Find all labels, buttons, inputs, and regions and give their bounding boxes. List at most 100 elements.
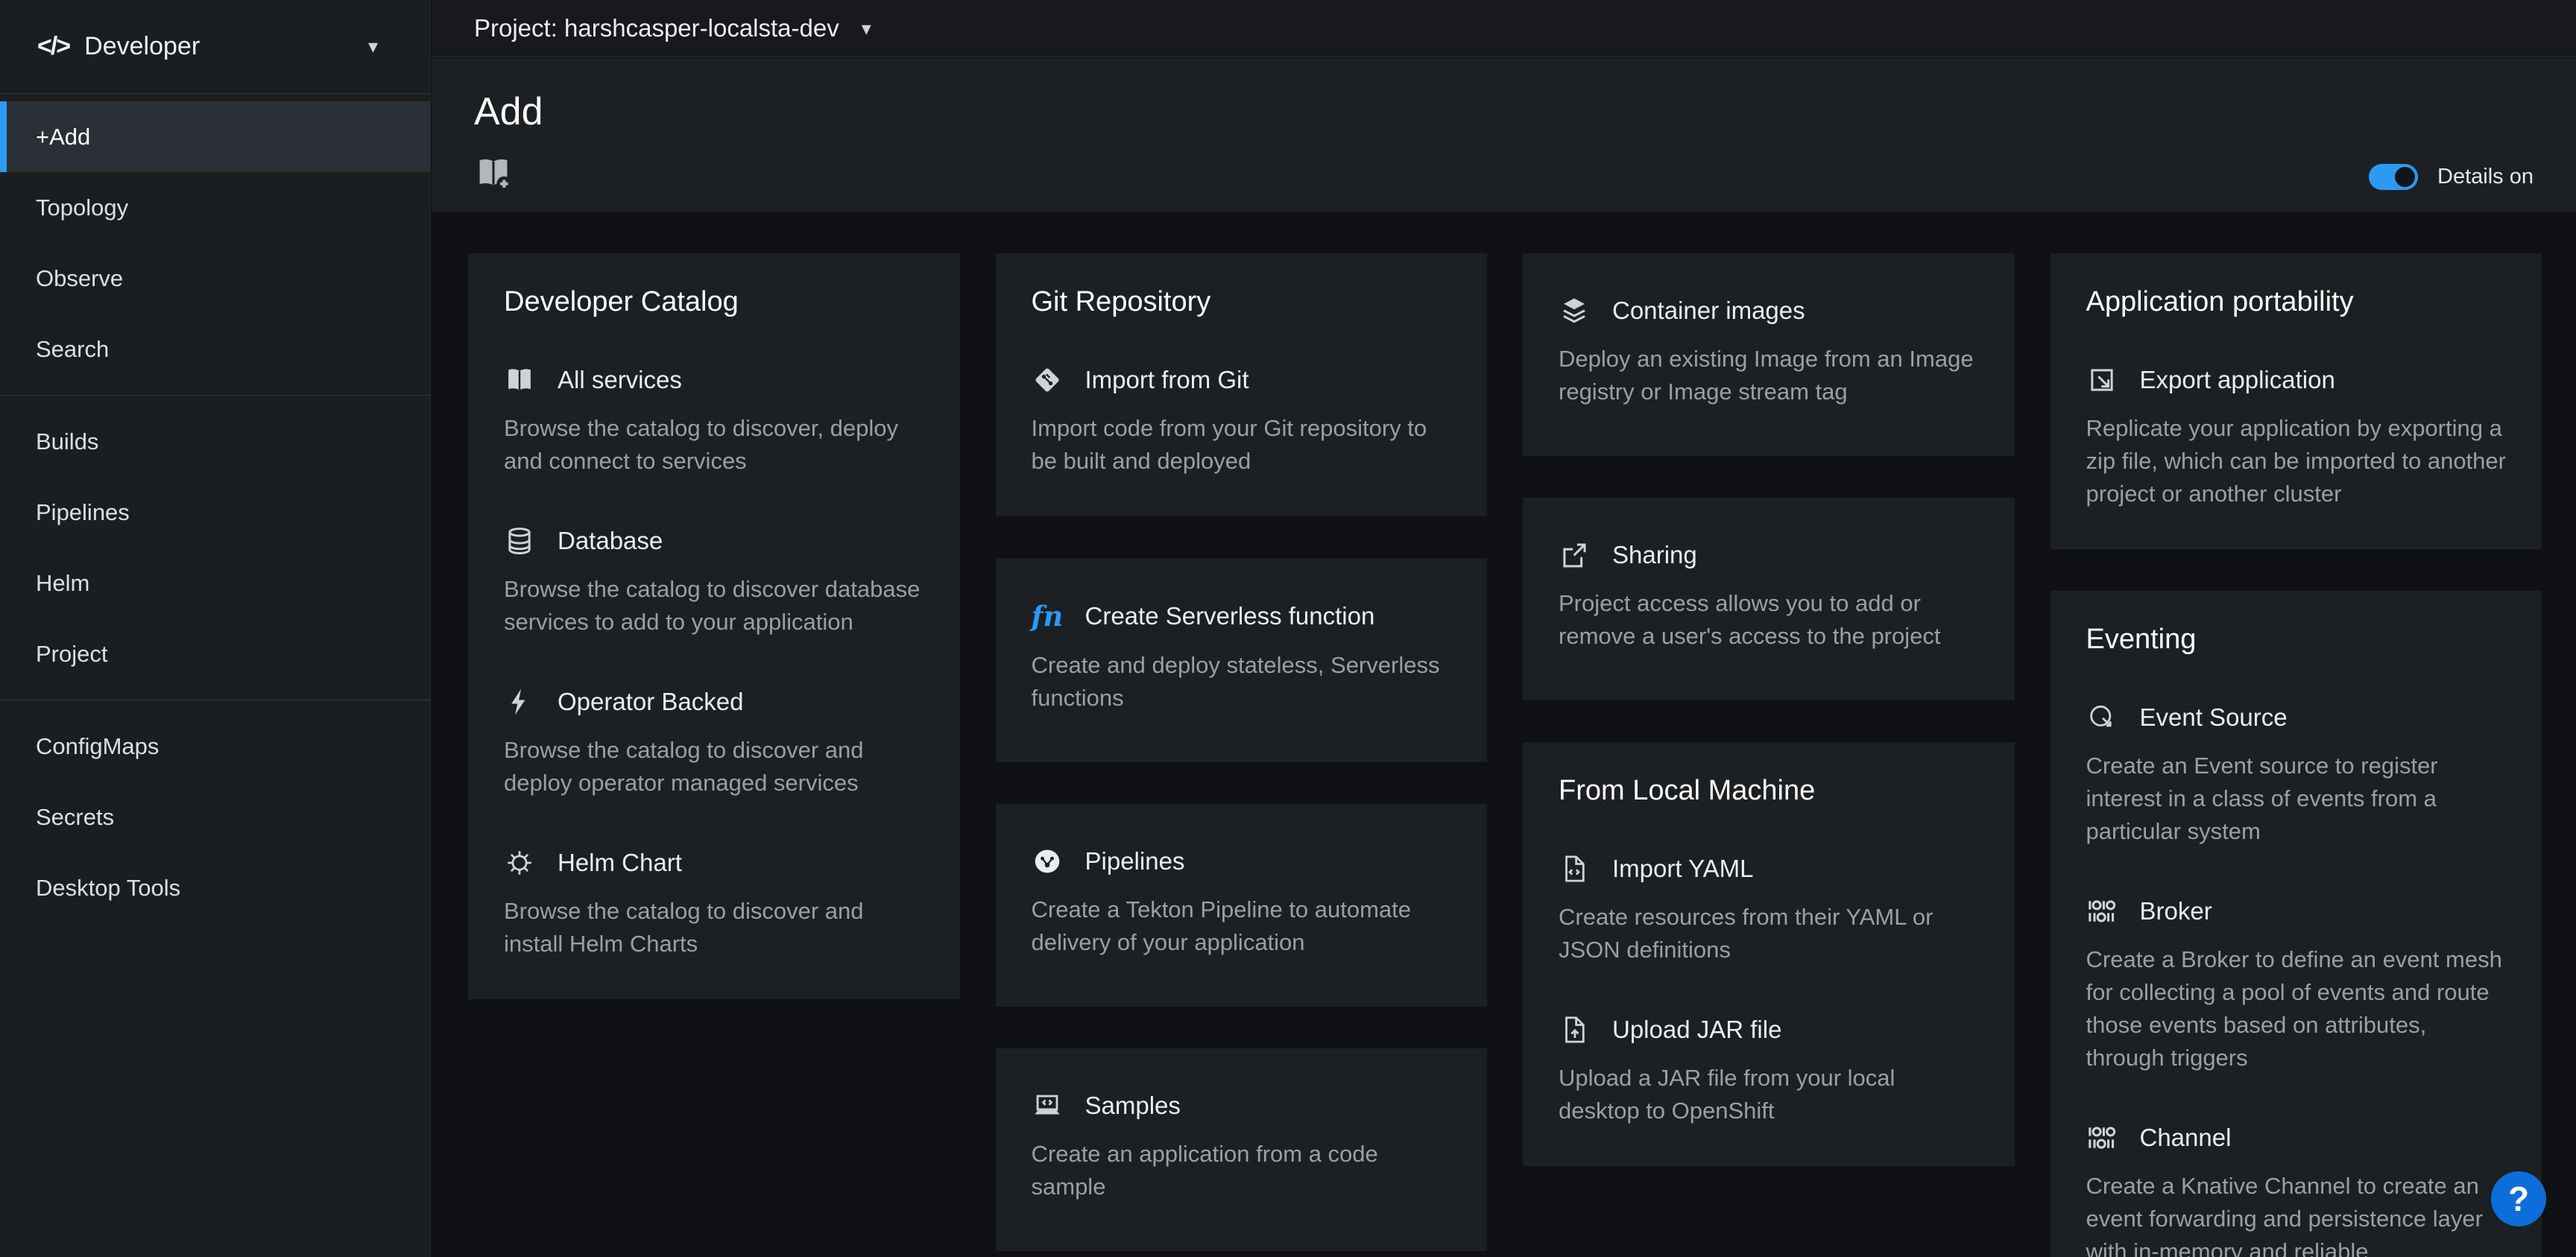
page-header: Add Details on xyxy=(432,58,2576,212)
add-item-link-samples[interactable]: Samples xyxy=(1032,1090,1452,1121)
laptop-icon xyxy=(1032,1090,1066,1121)
sidebar-item-helm[interactable]: Helm xyxy=(0,548,430,618)
share-icon xyxy=(1559,539,1593,571)
add-item-title: Database xyxy=(558,527,663,555)
details-toggle-label: Details on xyxy=(2437,165,2534,189)
card-title: Git Repository xyxy=(1032,286,1452,318)
add-item-description: Browse the catalog to discover and deplo… xyxy=(504,734,924,800)
add-item-description: Browse the catalog to discover database … xyxy=(504,573,924,639)
add-item-link-all-services[interactable]: All services xyxy=(504,364,924,396)
add-item-description: Create a Tekton Pipeline to automate del… xyxy=(1032,893,1452,959)
add-item-title: Event Source xyxy=(2140,703,2288,732)
add-item-broker: Broker Create a Broker to define an event… xyxy=(2086,896,2507,1074)
add-item-link-export-application[interactable]: Export application xyxy=(2086,364,2507,396)
export-icon xyxy=(2086,364,2121,396)
add-item-description: Browse the catalog to discover and insta… xyxy=(504,895,924,960)
add-item-link-upload-jar-file[interactable]: Upload JAR file xyxy=(1559,1014,1979,1045)
add-item-pipelines: Pipelines Create a Tekton Pipeline to aut… xyxy=(1032,846,1452,959)
add-item-link-operator-backed[interactable]: Operator Backed xyxy=(504,686,924,718)
add-item-link-helm-chart[interactable]: Helm Chart xyxy=(504,847,924,878)
add-item-export-application: Export applicationReplicate your applica… xyxy=(2086,364,2507,510)
perspective-switcher[interactable]: </> Developer ▾ xyxy=(0,0,430,94)
perspective-label: Developer xyxy=(84,32,368,61)
sidebar-item-configmaps[interactable]: ConfigMaps xyxy=(0,711,430,782)
card-samples: Samples Create an application from a code… xyxy=(996,1048,1488,1251)
card-git-repository: Git RepositoryImport from GitImport code… xyxy=(996,253,1488,516)
binary-icon xyxy=(2086,1122,2121,1153)
add-item-title: Import from Git xyxy=(1085,366,1249,394)
add-item-description: Project access allows you to add or remo… xyxy=(1559,587,1979,653)
add-item-description: Create and deploy stateless, Serverless … xyxy=(1032,649,1452,715)
add-item-description: Create resources from their YAML or JSON… xyxy=(1559,901,1979,966)
database-icon xyxy=(504,525,538,557)
add-item-title: Operator Backed xyxy=(558,688,743,716)
add-item-all-services: All services Browse the catalog to discov… xyxy=(504,364,924,478)
add-item-database: Database Browse the catalog to discover d… xyxy=(504,525,924,639)
add-item-title: Import YAML xyxy=(1612,855,1754,883)
add-item-title: Pipelines xyxy=(1085,847,1185,876)
card-create-serverless-function: fnCreate Serverless function Create and d… xyxy=(996,558,1488,762)
add-item-channel: ChannelCreate a Knative Channel to creat… xyxy=(2086,1122,2507,1257)
add-item-title: Export application xyxy=(2140,366,2335,394)
add-item-description: Browse the catalog to discover, deploy a… xyxy=(504,412,924,478)
add-item-link-import-yaml[interactable]: Import YAML xyxy=(1559,853,1979,884)
add-item-title: Broker xyxy=(2140,897,2212,925)
add-item-link-create-serverless-function[interactable]: fnCreate Serverless function xyxy=(1032,600,1452,633)
sidebar-nav: +AddTopologyObserveSearch BuildsPipelines… xyxy=(0,94,430,923)
add-item-link-channel[interactable]: Channel xyxy=(2086,1122,2507,1153)
sidebar-divider xyxy=(0,395,430,396)
add-item-samples: Samples Create an application from a code… xyxy=(1032,1090,1452,1203)
chevron-down-icon[interactable]: ▾ xyxy=(862,17,871,40)
card-column-3: Container images Deploy an existing Image… xyxy=(1523,253,2015,1166)
add-item-link-sharing[interactable]: Sharing xyxy=(1559,539,1979,571)
add-item-description: Create an application from a code sample xyxy=(1032,1138,1452,1203)
add-item-helm-chart: Helm Chart Browse the catalog to discover… xyxy=(504,847,924,960)
add-item-link-database[interactable]: Database xyxy=(504,525,924,557)
add-item-description: Deploy an existing Image from an Image r… xyxy=(1559,343,1979,408)
fn-icon: fn xyxy=(1032,600,1066,633)
sidebar-item-pipelines[interactable]: Pipelines xyxy=(0,477,430,548)
add-page-cards: Developer CatalogAll servicesBrowse the … xyxy=(432,212,2576,1257)
layers-icon xyxy=(1559,295,1593,326)
book-plus-icon[interactable] xyxy=(474,153,513,196)
details-toggle[interactable] xyxy=(2369,164,2418,190)
sidebar-item-project[interactable]: Project xyxy=(0,618,430,689)
file-upload-icon xyxy=(1559,1014,1593,1045)
helm-icon xyxy=(504,847,538,878)
sidebar-item-topology[interactable]: Topology xyxy=(0,172,430,243)
add-item-sharing: Sharing Project access allows you to add … xyxy=(1559,539,1979,653)
add-item-link-event-source[interactable]: Event Source xyxy=(2086,702,2507,733)
card-from-local-machine: From Local MachineImport YAMLCreate reso… xyxy=(1523,742,2015,1166)
sidebar-item-builds[interactable]: Builds xyxy=(0,406,430,477)
add-item-upload-jar-file: Upload JAR file Upload a JAR file from yo… xyxy=(1559,1014,1979,1127)
add-item-link-container-images[interactable]: Container images xyxy=(1559,295,1979,326)
sidebar-item-search[interactable]: Search xyxy=(0,314,430,384)
code-icon: </> xyxy=(37,32,69,61)
add-item-description: Create a Broker to define an event mesh … xyxy=(2086,943,2507,1074)
project-selector[interactable]: Project: harshcasper-localsta-dev xyxy=(474,14,839,42)
add-item-import-yaml: Import YAML Create resources from their Y… xyxy=(1559,853,1979,966)
add-item-operator-backed: Operator Backed Browse the catalog to dis… xyxy=(504,686,924,800)
sidebar-item-observe[interactable]: Observe xyxy=(0,243,430,314)
add-item-create-serverless-function: fnCreate Serverless function Create and d… xyxy=(1032,600,1452,715)
card-sharing: Sharing Project access allows you to add … xyxy=(1523,498,2015,700)
sidebar-item-secrets[interactable]: Secrets xyxy=(0,782,430,852)
page-title: Add xyxy=(474,89,2534,134)
masthead: Project: harshcasper-localsta-dev ▾ xyxy=(432,0,2576,57)
card-column-4: Application portabilityExport applicatio… xyxy=(2051,253,2542,1257)
add-item-event-source: Event SourceCreate an Event source to re… xyxy=(2086,702,2507,848)
help-button[interactable]: ? xyxy=(2491,1171,2546,1226)
chevron-down-icon: ▾ xyxy=(368,35,378,58)
add-item-link-import-from-git[interactable]: Import from Git xyxy=(1032,364,1452,396)
tekton-icon xyxy=(1032,846,1066,877)
card-developer-catalog: Developer CatalogAll servicesBrowse the … xyxy=(468,253,960,999)
event-source-icon xyxy=(2086,702,2121,733)
add-item-description: Upload a JAR file from your local deskto… xyxy=(1559,1062,1979,1127)
card-title: Eventing xyxy=(2086,624,2507,656)
sidebar-item-add[interactable]: +Add xyxy=(0,101,430,172)
add-item-link-broker[interactable]: Broker xyxy=(2086,896,2507,927)
card-column-1: Developer CatalogAll servicesBrowse the … xyxy=(468,253,960,999)
add-item-link-pipelines[interactable]: Pipelines xyxy=(1032,846,1452,877)
sidebar-item-desktop-tools[interactable]: Desktop Tools xyxy=(0,852,430,923)
add-item-title: Upload JAR file xyxy=(1612,1016,1781,1044)
